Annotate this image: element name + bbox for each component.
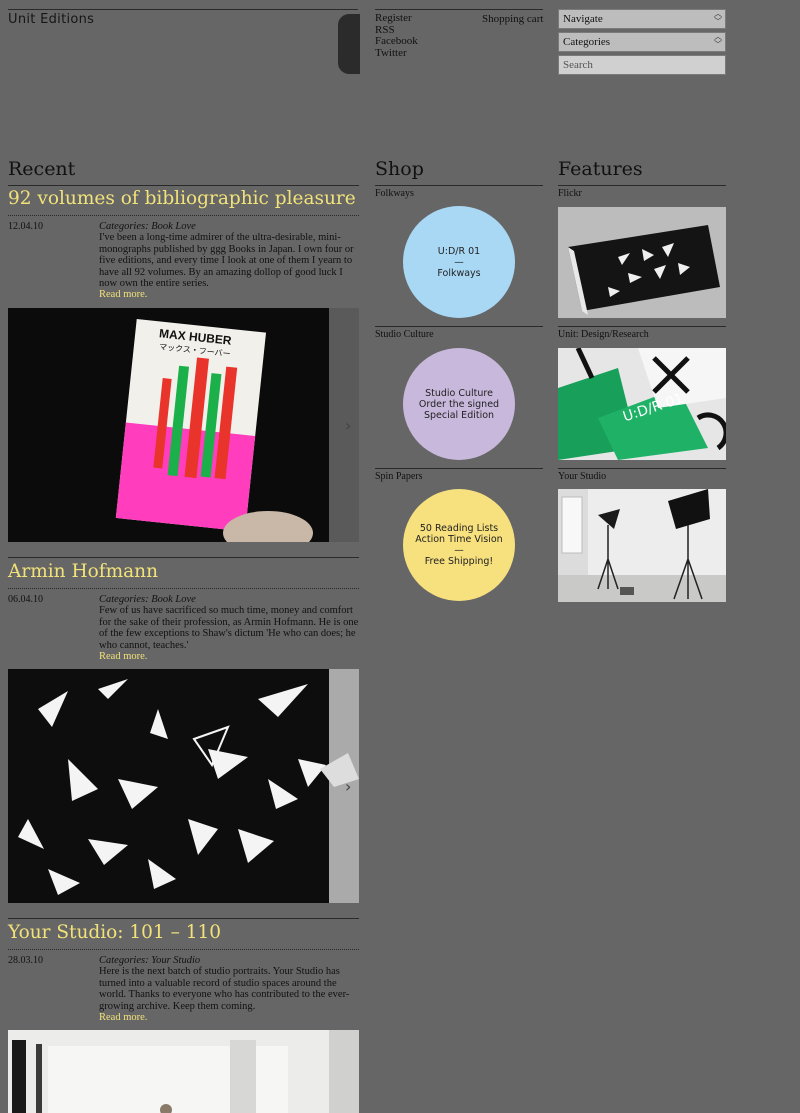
shop-circle-line: Studio Culture — [425, 387, 493, 399]
post-title[interactable]: Your Studio: 101 – 110 — [8, 922, 221, 943]
shop-circle-line: Special Edition — [423, 409, 495, 421]
flickr-feature-image[interactable] — [558, 207, 726, 318]
facebook-link[interactable]: Facebook — [375, 35, 418, 48]
feature-label[interactable]: Flickr — [558, 188, 582, 199]
shop-circle-line: — — [454, 256, 464, 268]
shop-circle-line: Free Shipping! — [424, 556, 494, 567]
post-date: 06.04.10 — [8, 594, 43, 605]
shop-heading: Shop — [375, 158, 424, 180]
search-input[interactable]: Search — [558, 55, 726, 75]
register-link[interactable]: Register — [375, 12, 418, 25]
navigate-select[interactable]: Navigate ︿ ﹀ — [558, 9, 726, 29]
read-more-link[interactable]: Read more. — [99, 1012, 359, 1023]
features-heading: Features — [558, 158, 643, 180]
header-links: Register RSS Facebook Twitter — [375, 12, 418, 60]
shop-circle-line: 50 Reading Lists — [419, 523, 499, 534]
post-divider — [8, 215, 359, 216]
post-title[interactable]: 92 volumes of bibliographic pleasure — [8, 188, 356, 209]
site-logo[interactable]: Unit Editions — [8, 12, 94, 27]
updown-arrows-icon: ︿ ﹀ — [714, 32, 722, 49]
read-more-link[interactable]: Read more. — [99, 289, 359, 300]
shop-circle-line: Folkways — [437, 267, 481, 279]
shop-circle-line: — — [454, 545, 464, 556]
shop-item-label[interactable]: Studio Culture — [375, 329, 434, 340]
categories-select-label: Categories — [563, 36, 611, 48]
shop-item-label[interactable]: Folkways — [375, 188, 414, 199]
recent-heading-rule — [8, 185, 359, 186]
spin-papers-shop-circle[interactable]: 50 Reading Lists Action Time Vision — Fr… — [403, 489, 515, 601]
categories-select[interactable]: Categories ︿ ﹀ — [558, 32, 726, 52]
post-divider — [8, 949, 359, 950]
recent-heading: Recent — [8, 158, 76, 180]
post-separator — [8, 918, 359, 919]
feature-label[interactable]: Your Studio — [558, 471, 606, 482]
read-more-link[interactable]: Read more. — [99, 651, 359, 662]
post-image-slideshow[interactable]: MAX HUBER マックス・フーバー › — [8, 308, 359, 542]
paper-shards-photo — [18, 669, 359, 903]
twitter-link[interactable]: Twitter — [375, 47, 418, 60]
features-heading-rule — [558, 185, 726, 186]
shopping-cart-link[interactable]: Shopping cart — [482, 13, 543, 25]
post-date: 28.03.10 — [8, 955, 43, 966]
post-title[interactable]: Armin Hofmann — [8, 561, 158, 582]
shop-item-label[interactable]: Spin Papers — [375, 471, 423, 482]
shop-circle-line: Order the signed — [418, 398, 500, 410]
chevron-right-icon[interactable]: › — [345, 777, 351, 796]
post-image-slideshow[interactable]: › — [8, 669, 359, 903]
post-date: 12.04.10 — [8, 221, 43, 232]
feature-label[interactable]: Unit: Design/Research — [558, 329, 649, 340]
post-body: Here is the next batch of studio portrai… — [99, 966, 350, 1012]
shop-divider — [375, 468, 543, 469]
header-rule-2 — [375, 9, 543, 10]
shop-circle-line: U:D/R 01 — [437, 245, 481, 257]
features-divider — [558, 326, 726, 327]
post-image-slideshow[interactable] — [8, 1030, 359, 1113]
folkways-shop-circle[interactable]: U:D/R 01 — Folkways — [403, 206, 515, 318]
post-separator — [8, 557, 359, 558]
shop-divider — [375, 326, 543, 327]
post-category[interactable]: Categories: Your Studio — [99, 955, 359, 966]
post-excerpt: Categories: Your Studio Here is the next… — [99, 955, 359, 1023]
header-tab-shape — [338, 14, 360, 74]
shop-circle-line: Action Time Vision — [415, 534, 503, 545]
post-category[interactable]: Categories: Book Love — [99, 221, 359, 232]
black-book-photo — [558, 207, 726, 318]
features-divider — [558, 468, 726, 469]
updown-arrows-icon: ︿ ﹀ — [714, 9, 722, 26]
navigate-select-label: Navigate — [563, 13, 603, 25]
post-body: Few of us have sacrificed so much time, … — [99, 605, 359, 651]
post-divider — [8, 588, 359, 589]
chevron-right-icon[interactable]: › — [345, 416, 351, 435]
unit-design-research-feature-image[interactable]: U:D/R 01 — [558, 348, 726, 460]
header-rule — [8, 9, 358, 10]
post-excerpt: Categories: Book Love Few of us have sac… — [99, 594, 359, 662]
shop-heading-rule — [375, 185, 543, 186]
studio-interior-photo — [8, 1030, 359, 1113]
post-body: I've been a long-time admirer of the ult… — [99, 232, 354, 290]
your-studio-feature-image[interactable] — [558, 489, 726, 602]
photo-studio-photo — [558, 489, 726, 602]
post-category[interactable]: Categories: Book Love — [99, 594, 359, 605]
post-excerpt: Categories: Book Love I've been a long-t… — [99, 221, 359, 301]
studio-culture-shop-circle[interactable]: Studio Culture Order the signed Special … — [403, 348, 515, 460]
